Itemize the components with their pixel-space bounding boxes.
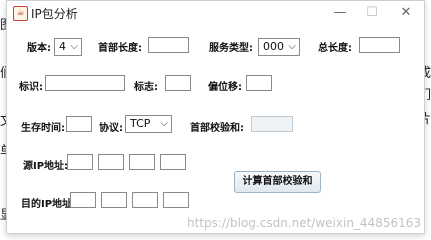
flags-label: 标志:: [134, 82, 158, 93]
form-panel: 版本: 4 ⌵ 首部长度: 服务类型: 000 ⌵ 总长度: 标识: 标志: 偏…: [7, 25, 424, 233]
minimize-button[interactable]: —: [325, 3, 355, 23]
java-app-icon: ☕: [13, 6, 28, 21]
flags-input[interactable]: [165, 75, 191, 91]
protocol-value: TCP: [130, 117, 151, 130]
service-type-value: 000: [263, 40, 284, 53]
total-length-label: 总长度:: [318, 43, 352, 54]
dest-ip-label: 目的IP地址:: [21, 199, 77, 210]
fragment-offset-label: 偏位移:: [208, 82, 242, 93]
header-length-input[interactable]: [148, 37, 189, 53]
title-bar[interactable]: ☕ IP包分析 — ☐ ✕: [7, 1, 424, 25]
service-type-select[interactable]: 000 ⌵: [258, 38, 300, 56]
close-button[interactable]: ✕: [391, 3, 421, 23]
source-ip-octet-3[interactable]: [129, 154, 155, 170]
total-length-input[interactable]: [359, 37, 400, 53]
maximize-button[interactable]: ☐: [357, 3, 387, 23]
header-length-label: 首部长度:: [98, 43, 142, 54]
version-value: 4: [59, 40, 66, 53]
dest-ip-octet-3[interactable]: [132, 192, 158, 208]
source-ip-label: 源IP地址:: [23, 161, 69, 172]
dest-ip-octet-2[interactable]: [101, 192, 127, 208]
version-select[interactable]: 4 ⌵: [54, 38, 82, 56]
dest-ip-octet-4[interactable]: [163, 192, 189, 208]
source-ip-octet-1[interactable]: [67, 154, 93, 170]
service-type-label: 服务类型:: [209, 43, 253, 54]
version-label: 版本:: [27, 43, 51, 54]
identification-label: 标识:: [19, 82, 43, 93]
compute-checksum-button[interactable]: 计算首部校验和: [234, 171, 321, 193]
chevron-down-icon: ⌵: [160, 118, 168, 129]
protocol-select[interactable]: TCP ⌵: [125, 115, 172, 133]
header-checksum-label: 首部校验和:: [190, 123, 244, 134]
source-ip-octet-2[interactable]: [98, 154, 124, 170]
ttl-input[interactable]: [66, 116, 92, 132]
source-ip-octet-4[interactable]: [160, 154, 186, 170]
protocol-label: 协议:: [99, 123, 123, 134]
dest-ip-octet-1[interactable]: [70, 192, 96, 208]
identification-input[interactable]: [45, 75, 125, 91]
ip-packet-window: ☕ IP包分析 — ☐ ✕ 版本: 4 ⌵ 首部长度: 服务类型: 000 ⌵ …: [6, 0, 425, 234]
header-checksum-field: [251, 116, 293, 132]
fragment-offset-input[interactable]: [246, 75, 272, 91]
watermark-text: https://blog.csdn.net/weixin_44856163: [186, 216, 421, 230]
ttl-label: 生存时间:: [21, 123, 65, 134]
window-title: IP包分析: [31, 7, 78, 21]
chevron-down-icon: ⌵: [288, 41, 296, 52]
chevron-down-icon: ⌵: [70, 41, 78, 52]
